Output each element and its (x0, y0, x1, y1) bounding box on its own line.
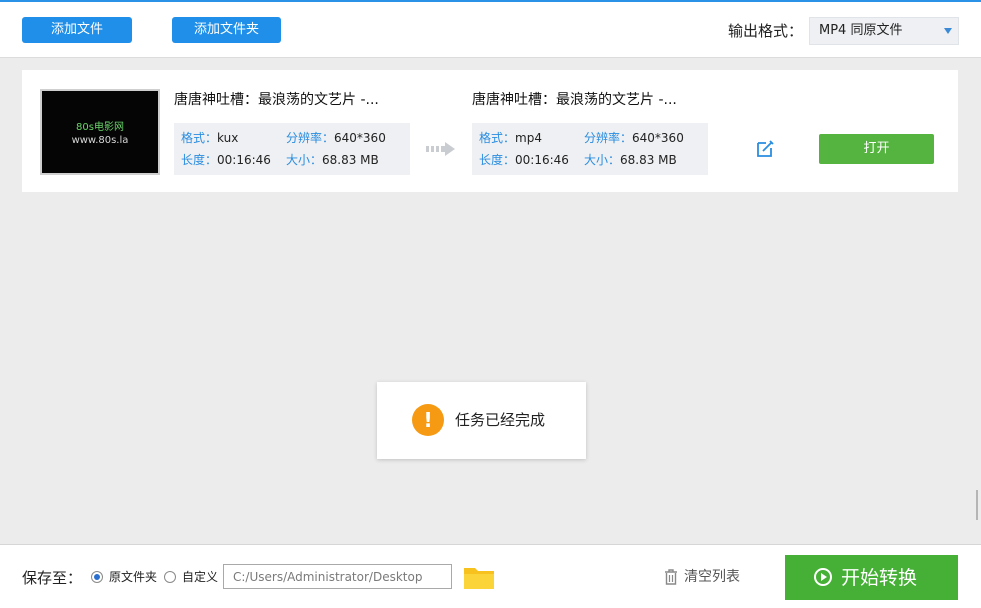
source-duration: 长度：00:16:46 (181, 152, 271, 168)
target-size-key: 大小： (584, 153, 621, 167)
custom-folder-radio[interactable] (164, 571, 176, 583)
footer-bar: 保存至： 原文件夹 自定义 清空列表 开始转换 (0, 544, 981, 608)
convert-arrow-icon (426, 142, 455, 156)
add-file-button[interactable]: 添加文件 (22, 17, 132, 43)
folder-icon[interactable] (463, 564, 495, 590)
chevron-down-icon (944, 28, 952, 34)
output-format-select[interactable]: MP4 同原文件 (809, 17, 959, 45)
target-duration-value: 00:16:46 (515, 153, 569, 167)
target-duration-key: 长度： (479, 153, 516, 167)
source-size: 大小：68.83 MB (286, 152, 379, 168)
edit-icon[interactable] (755, 139, 775, 159)
scrollbar[interactable] (976, 490, 978, 520)
start-convert-label: 开始转换 (841, 567, 918, 589)
source-size-key: 大小： (286, 153, 323, 167)
original-folder-label[interactable]: 原文件夹 (109, 569, 157, 585)
toolbar: 添加文件 添加文件夹 输出格式： MP4 同原文件 (0, 2, 981, 58)
save-to-label: 保存至： (22, 569, 83, 587)
source-resolution-key: 分辨率： (286, 131, 335, 145)
file-list-item: 80s电影网 www.80s.la 唐唐神吐槽：最浪荡的文艺片 -... 格式：… (22, 70, 958, 192)
target-format: 格式：mp4 (479, 130, 542, 146)
warning-icon: ! (412, 404, 444, 436)
source-file-name: 唐唐神吐槽：最浪荡的文艺片 -... (174, 92, 379, 108)
source-duration-value: 00:16:46 (217, 153, 271, 167)
source-resolution: 分辨率：640*360 (286, 130, 386, 146)
source-size-value: 68.83 MB (322, 153, 379, 167)
start-convert-button[interactable]: 开始转换 (785, 555, 958, 600)
output-format-label: 输出格式： (728, 22, 804, 40)
thumbnail-line2: www.80s.la (71, 135, 129, 146)
trash-icon[interactable] (663, 569, 679, 585)
target-format-key: 格式： (479, 131, 516, 145)
open-button[interactable]: 打开 (819, 134, 934, 164)
target-file-name: 唐唐神吐槽：最浪荡的文艺片 -... (472, 92, 677, 108)
source-resolution-value: 640*360 (334, 131, 386, 145)
target-file-info: 格式：mp4 分辨率：640*360 长度：00:16:46 大小：68.83 … (472, 123, 708, 175)
video-thumbnail: 80s电影网 www.80s.la (40, 89, 160, 175)
target-size-value: 68.83 MB (620, 153, 677, 167)
source-format-value: kux (217, 131, 239, 145)
source-file-info: 格式：kux 分辨率：640*360 长度：00:16:46 大小：68.83 … (174, 123, 410, 175)
target-format-value: mp4 (515, 131, 542, 145)
source-duration-key: 长度： (181, 153, 218, 167)
custom-folder-label[interactable]: 自定义 (182, 569, 218, 585)
thumbnail-line1: 80s电影网 (76, 122, 124, 133)
target-resolution: 分辨率：640*360 (584, 130, 684, 146)
source-format-key: 格式： (181, 131, 218, 145)
output-path-input[interactable] (223, 564, 452, 589)
toast-message: 任务已经完成 (455, 411, 546, 429)
source-format: 格式：kux (181, 130, 238, 146)
output-format-value: MP4 同原文件 (819, 23, 903, 38)
clear-list-button[interactable]: 清空列表 (684, 568, 740, 586)
completion-toast: ! 任务已经完成 (377, 382, 586, 459)
target-size: 大小：68.83 MB (584, 152, 677, 168)
add-folder-button[interactable]: 添加文件夹 (172, 17, 281, 43)
target-resolution-value: 640*360 (632, 131, 684, 145)
target-duration: 长度：00:16:46 (479, 152, 569, 168)
target-resolution-key: 分辨率： (584, 131, 633, 145)
play-icon (814, 568, 832, 586)
original-folder-radio[interactable] (91, 571, 103, 583)
